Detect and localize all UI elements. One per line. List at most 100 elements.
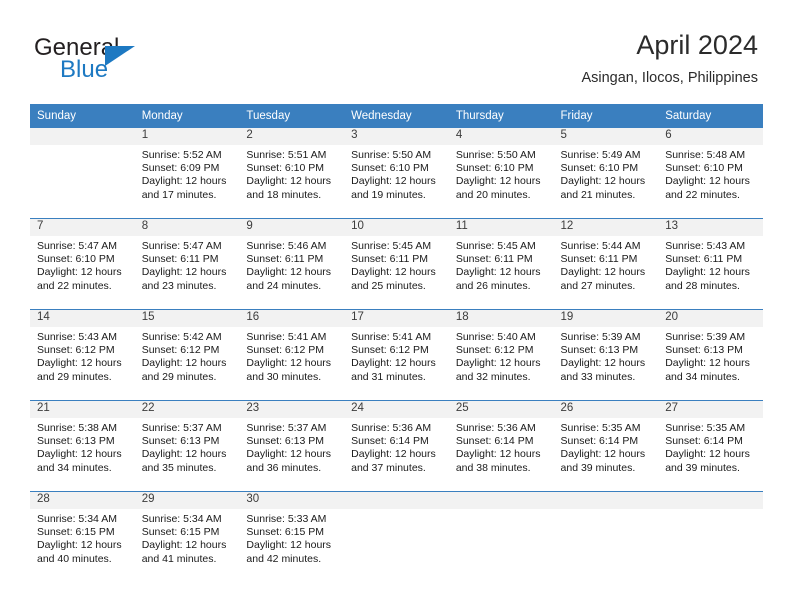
daylight-text: Daylight: 12 hours and 41 minutes. — [141, 539, 227, 565]
location-subtitle: Asingan, Ilocos, Philippines — [581, 70, 758, 86]
day-number: 26 — [553, 401, 659, 418]
sunrise-text: Sunrise: 5:49 AM — [560, 149, 641, 161]
calendar-body: 1 Sunrise: 5:52 AM Sunset: 6:09 PM Daylight… — [30, 128, 763, 582]
day-number: 12 — [553, 219, 659, 236]
daylight-text: Daylight: 12 hours and 19 minutes. — [351, 175, 436, 201]
daylight-text: Daylight: 12 hours and 34 minutes. — [37, 448, 122, 474]
calendar-day-cell[interactable]: 4 Sunrise: 5:50 AM Sunset: 6:10 PM Daylight… — [448, 128, 554, 219]
day-details: Sunrise: 5:50 AM Sunset: 6:10 PM Daylight:… — [344, 145, 449, 202]
day-number: 28 — [30, 492, 135, 509]
calendar-day-cell[interactable]: 20 Sunrise: 5:39 AM Sunset: 6:13 PM Dayligh… — [658, 309, 763, 401]
day-details: Sunrise: 5:47 AM Sunset: 6:10 PM Daylight:… — [30, 236, 135, 293]
calendar-day-cell[interactable]: 15 Sunrise: 5:42 AM Sunset: 6:12 PM Dayligh… — [134, 309, 240, 401]
sunset-text: Sunset: 6:09 PM — [141, 162, 220, 175]
sunrise-text: Sunrise: 5:47 AM — [141, 240, 222, 252]
calendar-day-cell[interactable]: 26 Sunrise: 5:35 AM Sunset: 6:14 PM Dayligh… — [553, 400, 659, 492]
calendar-day-cell[interactable]: 22 Sunrise: 5:37 AM Sunset: 6:13 PM Dayligh… — [134, 400, 240, 492]
day-details: Sunrise: 5:47 AM Sunset: 6:11 PM Daylight:… — [135, 236, 240, 293]
day-details: Sunrise: 5:49 AM Sunset: 6:10 PM Daylight:… — [554, 145, 659, 202]
calendar-day-cell[interactable]: 6 Sunrise: 5:48 AM Sunset: 6:10 PM Daylight… — [658, 128, 763, 219]
sunset-text: Sunset: 6:10 PM — [246, 162, 325, 175]
sunrise-text: Sunrise: 5:40 AM — [455, 331, 536, 343]
general-blue-logo[interactable]: General Blue — [34, 34, 234, 90]
day-details: Sunrise: 5:34 AM Sunset: 6:15 PM Daylight:… — [135, 509, 240, 566]
day-number — [30, 128, 135, 145]
day-number: 18 — [448, 310, 554, 327]
calendar-day-cell[interactable]: 25 Sunrise: 5:36 AM Sunset: 6:14 PM Dayligh… — [448, 400, 554, 492]
calendar-day-cell[interactable]: 16 Sunrise: 5:41 AM Sunset: 6:12 PM Dayligh… — [239, 309, 345, 401]
sunrise-text: Sunrise: 5:51 AM — [246, 149, 327, 161]
sunset-text: Sunset: 6:13 PM — [37, 435, 115, 448]
calendar-day-cell[interactable]: 17 Sunrise: 5:41 AM Sunset: 6:12 PM Dayligh… — [344, 309, 449, 401]
calendar-day-cell-empty — [448, 491, 554, 582]
calendar-day-cell[interactable]: 24 Sunrise: 5:36 AM Sunset: 6:14 PM Dayligh… — [344, 400, 449, 492]
day-number: 1 — [134, 128, 240, 145]
daylight-text: Daylight: 12 hours and 21 minutes. — [560, 175, 646, 201]
calendar-day-cell[interactable]: 3 Sunrise: 5:50 AM Sunset: 6:10 PM Daylight… — [344, 128, 449, 219]
sunset-text: Sunset: 6:11 PM — [455, 253, 533, 266]
calendar-day-cell[interactable]: 12 Sunrise: 5:44 AM Sunset: 6:11 PM Dayligh… — [553, 218, 659, 310]
calendar-day-cell[interactable]: 30 Sunrise: 5:33 AM Sunset: 6:15 PM Dayligh… — [239, 491, 345, 582]
sunset-text: Sunset: 6:15 PM — [37, 526, 115, 539]
calendar-day-cell-empty — [30, 128, 135, 219]
day-number: 23 — [239, 401, 345, 418]
sunset-text: Sunset: 6:12 PM — [141, 344, 220, 357]
day-details: Sunrise: 5:41 AM Sunset: 6:12 PM Daylight:… — [239, 327, 344, 384]
calendar-day-cell[interactable]: 21 Sunrise: 5:38 AM Sunset: 6:13 PM Dayligh… — [30, 400, 135, 492]
calendar-day-cell[interactable]: 13 Sunrise: 5:43 AM Sunset: 6:11 PM Dayligh… — [658, 218, 763, 310]
day-details: Sunrise: 5:36 AM Sunset: 6:14 PM Daylight:… — [344, 418, 449, 475]
calendar-week-row: 1 Sunrise: 5:52 AM Sunset: 6:09 PM Daylight… — [30, 128, 763, 219]
day-number: 11 — [448, 219, 554, 236]
day-details: Sunrise: 5:39 AM Sunset: 6:13 PM Daylight:… — [658, 327, 763, 384]
calendar-day-cell[interactable]: 1 Sunrise: 5:52 AM Sunset: 6:09 PM Daylight… — [134, 128, 240, 219]
day-details: Sunrise: 5:41 AM Sunset: 6:12 PM Daylight:… — [344, 327, 449, 384]
daylight-text: Daylight: 12 hours and 20 minutes. — [455, 175, 541, 201]
daylight-text: Daylight: 12 hours and 26 minutes. — [455, 266, 541, 292]
calendar-day-cell[interactable]: 9 Sunrise: 5:46 AM Sunset: 6:11 PM Daylight… — [239, 218, 345, 310]
calendar-day-cell[interactable]: 11 Sunrise: 5:45 AM Sunset: 6:11 PM Dayligh… — [448, 218, 554, 310]
calendar-day-cell[interactable]: 7 Sunrise: 5:47 AM Sunset: 6:10 PM Daylight… — [30, 218, 135, 310]
sunset-text: Sunset: 6:14 PM — [455, 435, 534, 448]
day-number: 21 — [30, 401, 135, 418]
day-details: Sunrise: 5:33 AM Sunset: 6:15 PM Daylight:… — [239, 509, 344, 566]
page-title: April 2024 — [636, 30, 758, 60]
sunrise-text: Sunrise: 5:34 AM — [141, 513, 222, 525]
weekday-header-sunday: Sunday — [30, 104, 135, 128]
calendar-week-row: 7 Sunrise: 5:47 AM Sunset: 6:10 PM Daylight… — [30, 218, 763, 310]
day-number — [344, 492, 449, 509]
weekday-header-wednesday: Wednesday — [344, 104, 449, 128]
sunset-text: Sunset: 6:10 PM — [351, 162, 429, 175]
calendar-week-row: 21 Sunrise: 5:38 AM Sunset: 6:13 PM Dayligh… — [30, 400, 763, 492]
sunrise-text: Sunrise: 5:35 AM — [560, 422, 641, 434]
daylight-text: Daylight: 12 hours and 24 minutes. — [246, 266, 332, 292]
sunset-text: Sunset: 6:10 PM — [37, 253, 115, 266]
day-number: 9 — [239, 219, 345, 236]
calendar-day-cell[interactable]: 8 Sunrise: 5:47 AM Sunset: 6:11 PM Daylight… — [134, 218, 240, 310]
daylight-text: Daylight: 12 hours and 35 minutes. — [141, 448, 227, 474]
calendar-day-cell-empty — [553, 491, 659, 582]
day-details: Sunrise: 5:36 AM Sunset: 6:14 PM Daylight:… — [449, 418, 554, 475]
logo-text-blue: Blue — [60, 56, 109, 83]
sunset-text: Sunset: 6:10 PM — [560, 162, 639, 175]
sunset-text: Sunset: 6:15 PM — [246, 526, 325, 539]
sunrise-text: Sunrise: 5:36 AM — [351, 422, 432, 434]
sunrise-text: Sunrise: 5:39 AM — [560, 331, 641, 343]
calendar-day-cell[interactable]: 19 Sunrise: 5:39 AM Sunset: 6:13 PM Dayligh… — [553, 309, 659, 401]
sunset-text: Sunset: 6:13 PM — [246, 435, 325, 448]
calendar-day-cell[interactable]: 18 Sunrise: 5:40 AM Sunset: 6:12 PM Dayligh… — [448, 309, 554, 401]
calendar-day-cell[interactable]: 14 Sunrise: 5:43 AM Sunset: 6:12 PM Dayligh… — [30, 309, 135, 401]
sunrise-text: Sunrise: 5:37 AM — [141, 422, 222, 434]
daylight-text: Daylight: 12 hours and 17 minutes. — [141, 175, 227, 201]
calendar-day-cell[interactable]: 28 Sunrise: 5:34 AM Sunset: 6:15 PM Dayligh… — [30, 491, 135, 582]
sunrise-text: Sunrise: 5:48 AM — [665, 149, 746, 161]
sunrise-text: Sunrise: 5:45 AM — [351, 240, 432, 252]
calendar-day-cell[interactable]: 27 Sunrise: 5:35 AM Sunset: 6:14 PM Dayligh… — [658, 400, 763, 492]
page-header: General Blue April 2024 Asingan, Ilocos,… — [34, 28, 758, 96]
calendar-day-cell[interactable]: 2 Sunrise: 5:51 AM Sunset: 6:10 PM Daylight… — [239, 128, 345, 219]
calendar-day-cell[interactable]: 29 Sunrise: 5:34 AM Sunset: 6:15 PM Dayligh… — [134, 491, 240, 582]
calendar-day-cell[interactable]: 23 Sunrise: 5:37 AM Sunset: 6:13 PM Dayligh… — [239, 400, 345, 492]
calendar-day-cell[interactable]: 10 Sunrise: 5:45 AM Sunset: 6:11 PM Dayligh… — [344, 218, 449, 310]
weekday-header-tuesday: Tuesday — [239, 104, 345, 128]
day-number: 19 — [553, 310, 659, 327]
calendar-day-cell[interactable]: 5 Sunrise: 5:49 AM Sunset: 6:10 PM Daylight… — [553, 128, 659, 219]
